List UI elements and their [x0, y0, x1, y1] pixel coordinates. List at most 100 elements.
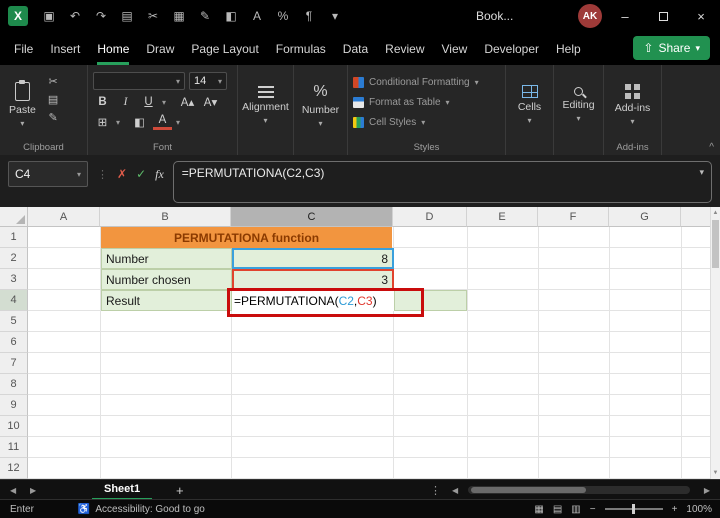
cell-b2[interactable]: Number [101, 248, 232, 269]
column-header-g[interactable]: G [609, 207, 681, 227]
zoom-slider[interactable] [604, 504, 663, 514]
cancel-entry-icon[interactable]: ✗ [117, 167, 127, 181]
vertical-scroll-thumb[interactable] [712, 220, 719, 268]
scroll-up-icon[interactable]: ▲ [711, 207, 720, 219]
select-all-button[interactable] [0, 207, 28, 227]
tab-developer[interactable]: Developer [484, 32, 539, 65]
row-header-5[interactable]: 5 [0, 311, 28, 332]
addins-button[interactable]: Add-ins ▾ [609, 72, 656, 138]
font-color-icon[interactable]: A [244, 9, 270, 23]
format-as-table-button[interactable]: Format as Table ▾ [353, 92, 500, 112]
row-header-10[interactable]: 10 [0, 416, 28, 437]
minimize-button[interactable]: – [606, 0, 644, 32]
horizontal-scrollbar[interactable] [468, 486, 690, 494]
conditional-formatting-button[interactable]: Conditional Formatting ▾ [353, 72, 500, 92]
vertical-scrollbar[interactable]: ▲ ▼ [710, 207, 720, 479]
format-painter-icon[interactable]: ✎ [48, 111, 58, 124]
tab-data[interactable]: Data [343, 32, 368, 65]
zoom-slider-thumb[interactable] [631, 504, 635, 514]
column-header-d[interactable]: D [393, 207, 467, 227]
draw-icon[interactable]: ✎ [192, 9, 218, 23]
row-header-2[interactable]: 2 [0, 248, 28, 269]
zoom-in-icon[interactable]: + [672, 504, 678, 515]
row-header-7[interactable]: 7 [0, 353, 28, 374]
cell-c4-editing[interactable]: =PERMUTATIONA(C2, C3) [232, 290, 394, 311]
insert-function-icon[interactable]: fx [155, 167, 164, 182]
column-header-a[interactable]: A [28, 207, 100, 227]
italic-button[interactable]: I [116, 96, 135, 108]
cut-icon[interactable]: ✂ [140, 9, 166, 23]
row-header-6[interactable]: 6 [0, 332, 28, 353]
zoom-level[interactable]: 100% [686, 504, 712, 515]
row-header-12[interactable]: 12 [0, 458, 28, 479]
previous-sheet-icon[interactable]: ◀ [10, 480, 16, 500]
confirm-entry-icon[interactable]: ✓ [136, 167, 146, 181]
tab-formulas[interactable]: Formulas [276, 32, 326, 65]
tab-help[interactable]: Help [556, 32, 581, 65]
page-layout-view-icon[interactable]: ▤ [553, 504, 562, 515]
alignment-button[interactable]: Alignment ▾ [242, 72, 289, 138]
save-icon[interactable]: ▣ [36, 9, 62, 23]
tab-draw[interactable]: Draw [146, 32, 174, 65]
cell-b3[interactable]: Number chosen [101, 269, 232, 290]
table-icon[interactable]: ▦ [166, 9, 192, 23]
more-options-icon[interactable]: ⋮ [430, 480, 441, 500]
paste-button[interactable]: Paste ▾ [5, 72, 40, 138]
copy-icon[interactable]: ▤ [114, 9, 140, 23]
cell-b4[interactable]: Result [101, 290, 232, 311]
account-avatar[interactable]: AK [578, 4, 602, 28]
borders-button[interactable]: ⊞ [93, 115, 112, 129]
horizontal-scroll-thumb[interactable] [471, 487, 586, 493]
font-name-select[interactable]: ▾ [93, 72, 185, 90]
add-sheet-icon[interactable]: + [176, 480, 184, 500]
name-box[interactable]: C4 ▾ [8, 161, 88, 187]
shrink-font-button[interactable]: A▾ [201, 95, 220, 109]
row-header-1[interactable]: 1 [0, 227, 28, 248]
sheet-tab-sheet1[interactable]: Sheet1 [92, 480, 153, 500]
copy-icon[interactable]: ▤ [48, 93, 58, 106]
tab-home[interactable]: Home [97, 32, 130, 65]
cell-b1-title[interactable]: PERMUTATIONA function [101, 227, 392, 248]
bold-button[interactable]: B [93, 96, 112, 108]
row-header-4[interactable]: 4 [0, 290, 28, 311]
number-button[interactable]: % Number ▾ [299, 72, 342, 138]
column-header-e[interactable]: E [467, 207, 538, 227]
font-size-select[interactable]: 14 ▾ [189, 72, 227, 90]
column-header-c[interactable]: C [231, 207, 393, 227]
row-header-8[interactable]: 8 [0, 374, 28, 395]
paragraph-icon[interactable]: ¶ [296, 9, 322, 23]
column-header-f[interactable]: F [538, 207, 609, 227]
tab-review[interactable]: Review [385, 32, 424, 65]
accessibility-status[interactable]: ♿ Accessibility: Good to go [78, 504, 205, 515]
font-color-button[interactable]: A [153, 114, 173, 130]
undo-icon[interactable]: ↶ [62, 9, 88, 23]
redo-icon[interactable]: ↷ [88, 9, 114, 23]
row-header-3[interactable]: 3 [0, 269, 28, 290]
scroll-down-icon[interactable]: ▼ [711, 467, 720, 479]
scroll-left-icon[interactable]: ◀ [452, 480, 458, 500]
column-header-b[interactable]: B [100, 207, 231, 227]
restore-button[interactable] [644, 0, 682, 32]
page-break-view-icon[interactable]: ▥ [571, 504, 580, 515]
cell-c2[interactable]: 8 [232, 248, 394, 269]
expand-formula-bar-icon[interactable]: ▾ [699, 167, 704, 178]
row-header-11[interactable]: 11 [0, 437, 28, 458]
zoom-out-icon[interactable]: − [590, 504, 596, 515]
close-button[interactable]: × [682, 0, 720, 32]
cells-button[interactable]: Cells ▾ [511, 72, 548, 138]
cut-icon[interactable]: ✂ [48, 75, 58, 88]
normal-view-icon[interactable]: ▦ [534, 504, 543, 515]
cell-styles-button[interactable]: Cell Styles ▾ [353, 112, 500, 132]
cell-d4[interactable] [394, 290, 467, 311]
tab-insert[interactable]: Insert [50, 32, 80, 65]
tab-file[interactable]: File [14, 32, 33, 65]
fill-color-button[interactable]: ◧ [130, 115, 149, 129]
tab-page-layout[interactable]: Page Layout [191, 32, 258, 65]
underline-button[interactable]: U [139, 96, 158, 108]
collapse-ribbon-icon[interactable]: ^ [709, 142, 714, 153]
customize-qat-icon[interactable]: ▾ [322, 9, 348, 23]
share-button[interactable]: ⇧ Share ▾ [633, 36, 710, 60]
tab-view[interactable]: View [442, 32, 468, 65]
worksheet-grid[interactable]: PERMUTATIONA function Number 8 Number ch… [28, 227, 710, 479]
editing-button[interactable]: Editing ▾ [559, 72, 598, 138]
